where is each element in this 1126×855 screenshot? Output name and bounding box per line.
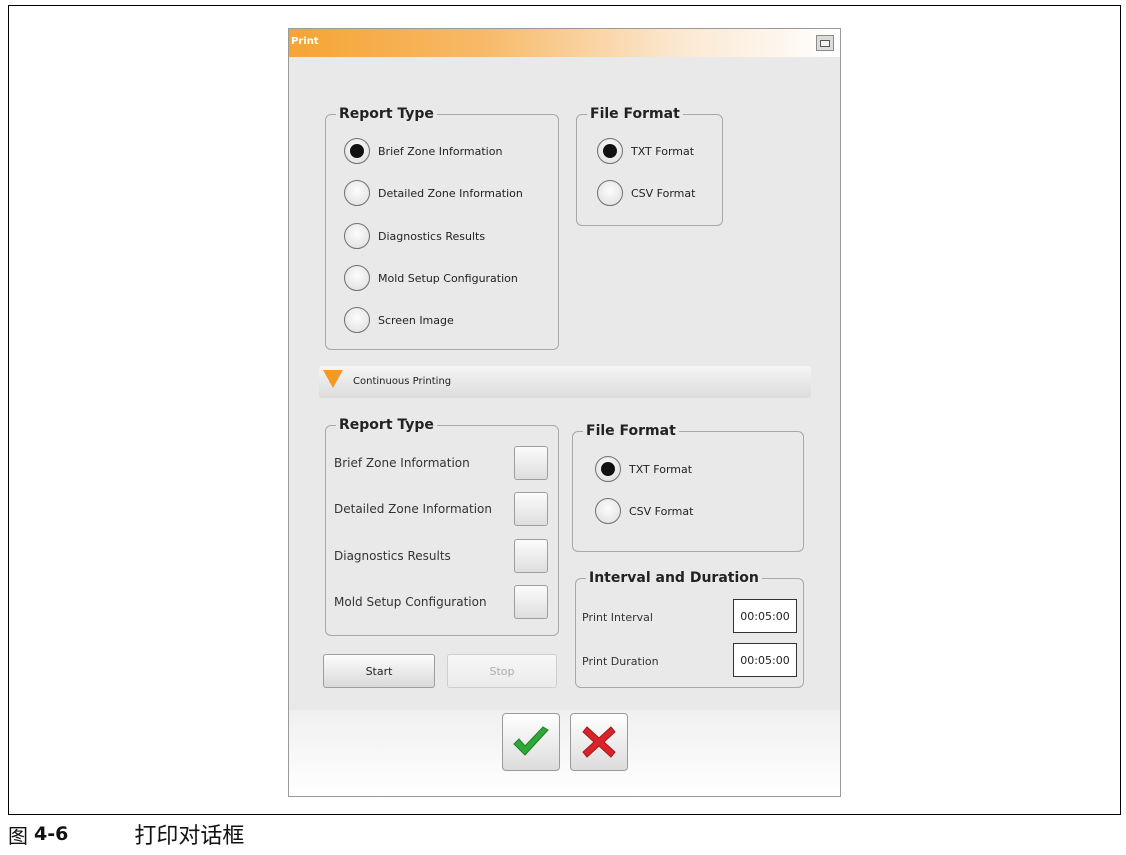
radio-diagnostics[interactable]: Diagnostics Results — [344, 223, 485, 249]
radio-detailed-zone[interactable]: Detailed Zone Information — [344, 180, 523, 206]
continuous-printing-label: Continuous Printing — [353, 376, 452, 387]
radio-label: TXT Format — [629, 462, 693, 476]
radio-button[interactable] — [595, 456, 621, 482]
checkbox-row-detailed-zone: Detailed Zone Information — [334, 492, 548, 528]
radio-txt-format[interactable]: TXT Format — [597, 138, 694, 164]
continuous-report-type-group: Report Type Brief Zone Information Detai… — [325, 416, 559, 636]
radio-screen-image[interactable]: Screen Image — [344, 307, 454, 333]
checkbox-label: Detailed Zone Information — [334, 502, 492, 516]
radio-label: TXT Format — [631, 144, 695, 158]
checkbox-label: Diagnostics Results — [334, 549, 451, 563]
checkbox-diagnostics[interactable] — [514, 539, 548, 573]
window-icon[interactable] — [816, 35, 834, 51]
radio-csv-format[interactable]: CSV Format — [595, 498, 693, 524]
continuous-printing-toggle[interactable]: Continuous Printing — [319, 366, 811, 398]
file-format-legend: File Format — [587, 105, 683, 123]
close-icon — [582, 726, 616, 758]
figure-number: 4-6 — [34, 823, 69, 845]
checkbox-detailed-zone[interactable] — [514, 492, 548, 526]
checkbox-row-mold-setup: Mold Setup Configuration — [334, 585, 548, 621]
radio-button[interactable] — [344, 138, 370, 164]
report-type-legend: Report Type — [336, 416, 437, 434]
radio-brief-zone[interactable]: Brief Zone Information — [344, 138, 502, 164]
radio-button[interactable] — [595, 498, 621, 524]
checkbox-row-diagnostics: Diagnostics Results — [334, 539, 548, 575]
radio-label: Mold Setup Configuration — [378, 271, 518, 285]
checkbox-label: Brief Zone Information — [334, 456, 470, 470]
radio-label: CSV Format — [631, 186, 696, 200]
start-button[interactable]: Start — [323, 654, 435, 688]
print-duration-row: Print Duration 00:05:00 — [582, 643, 797, 677]
radio-button[interactable] — [597, 138, 623, 164]
print-interval-input[interactable]: 00:05:00 — [733, 599, 797, 633]
print-duration-input[interactable]: 00:05:00 — [733, 643, 797, 677]
dialog-title: Print — [291, 36, 319, 47]
dialog-footer — [289, 710, 840, 796]
radio-label: CSV Format — [629, 504, 694, 518]
file-format-group: File Format TXT Format CSV Format — [576, 105, 723, 226]
file-format-legend: File Format — [583, 422, 679, 440]
radio-button[interactable] — [344, 265, 370, 291]
continuous-file-format-group: File Format TXT Format CSV Format — [572, 422, 804, 552]
print-duration-label: Print Duration — [582, 655, 659, 668]
figure-title: 打印对话框 — [134, 824, 245, 849]
print-interval-row: Print Interval 00:05:00 — [582, 599, 797, 633]
radio-label: Screen Image — [378, 313, 454, 327]
radio-csv-format[interactable]: CSV Format — [597, 180, 695, 206]
ok-button[interactable] — [502, 713, 560, 771]
figure-caption: 图 4-6 打印对话框 — [8, 818, 244, 850]
radio-txt-format[interactable]: TXT Format — [595, 456, 692, 482]
cancel-button[interactable] — [570, 713, 628, 771]
radio-button[interactable] — [597, 180, 623, 206]
print-interval-label: Print Interval — [582, 611, 653, 624]
interval-duration-group: Interval and Duration Print Interval 00:… — [575, 569, 804, 688]
radio-button[interactable] — [344, 223, 370, 249]
report-type-group: Report Type Brief Zone Information Detai… — [325, 105, 559, 350]
interval-duration-legend: Interval and Duration — [586, 569, 762, 587]
radio-button[interactable] — [344, 307, 370, 333]
collapse-triangle-icon[interactable] — [323, 370, 343, 388]
checkbox-brief-zone[interactable] — [514, 446, 548, 480]
stop-button[interactable]: Stop — [447, 654, 557, 688]
radio-label: Brief Zone Information — [378, 144, 503, 158]
dialog-title-bar: Print — [289, 29, 840, 57]
checkbox-row-brief-zone: Brief Zone Information — [334, 446, 548, 482]
radio-mold-setup[interactable]: Mold Setup Configuration — [344, 265, 518, 291]
radio-label: Detailed Zone Information — [378, 186, 523, 200]
radio-button[interactable] — [344, 180, 370, 206]
report-type-legend: Report Type — [336, 105, 437, 123]
radio-label: Diagnostics Results — [378, 229, 486, 243]
checkbox-mold-setup[interactable] — [514, 585, 548, 619]
figure-label: 图 — [8, 823, 28, 848]
checkmark-icon — [513, 726, 549, 756]
checkbox-label: Mold Setup Configuration — [334, 595, 487, 609]
print-dialog: Print Report Type Brief Zone Information… — [288, 28, 841, 797]
